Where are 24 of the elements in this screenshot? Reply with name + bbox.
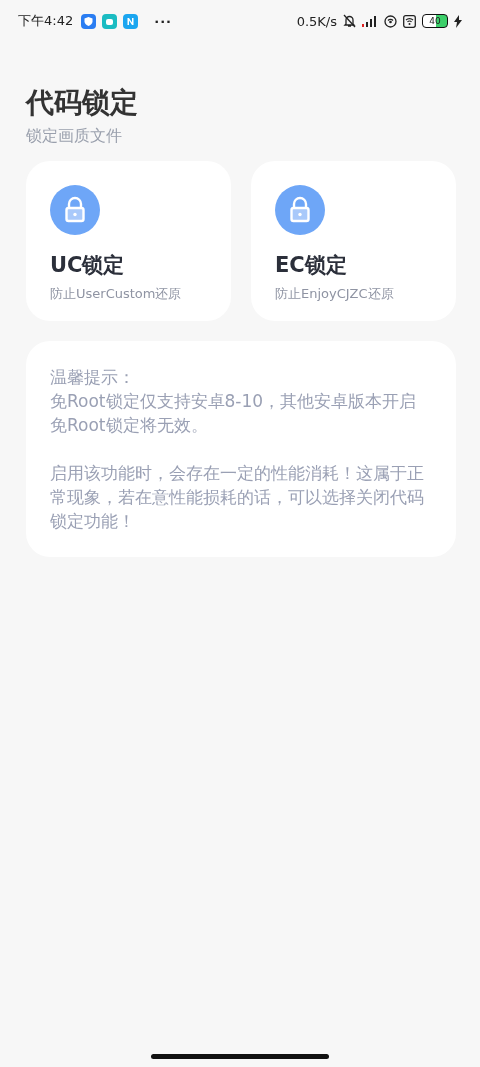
shield-icon bbox=[81, 13, 97, 29]
lock-icon bbox=[50, 185, 100, 235]
lock-card[interactable]: UC锁定 防止UserCustom还原 bbox=[26, 161, 231, 321]
page-subtitle: 锁定画质文件 bbox=[26, 126, 123, 147]
signal-icon bbox=[362, 15, 378, 27]
notice-heading: 温馨提示： bbox=[50, 366, 136, 389]
notice-paragraph: 启用该功能时，会存在一定的性能消耗！这属于正常现象，若在意性能损耗的话，可以选择关闭代码锁定功能！ bbox=[50, 462, 425, 533]
page-title: 代码锁定 bbox=[26, 85, 139, 121]
hotspot-icon bbox=[384, 14, 397, 28]
status-time: 下午4:42 bbox=[18, 12, 74, 30]
bell-off-icon bbox=[343, 14, 356, 28]
network-speed: 0.5K/s bbox=[296, 13, 337, 29]
card-title: UC锁定 bbox=[50, 252, 125, 279]
notice-paragraph: 免Root锁定仅支持安卓8-10，其他安卓版本开启免Root锁定将无效。 bbox=[50, 390, 418, 437]
lock-icon bbox=[275, 185, 325, 235]
wifi-icon bbox=[403, 14, 416, 28]
lock-card[interactable]: EC锁定 防止EnjoyCJZC还原 bbox=[251, 161, 456, 321]
card-description: 防止UserCustom还原 bbox=[50, 285, 182, 303]
card-description: 防止EnjoyCJZC还原 bbox=[275, 285, 394, 303]
app-icon bbox=[123, 13, 139, 29]
charging-icon bbox=[454, 14, 462, 28]
card-title: EC锁定 bbox=[275, 252, 347, 279]
app-icon bbox=[102, 13, 118, 29]
more-notifications: ··· bbox=[154, 13, 173, 29]
